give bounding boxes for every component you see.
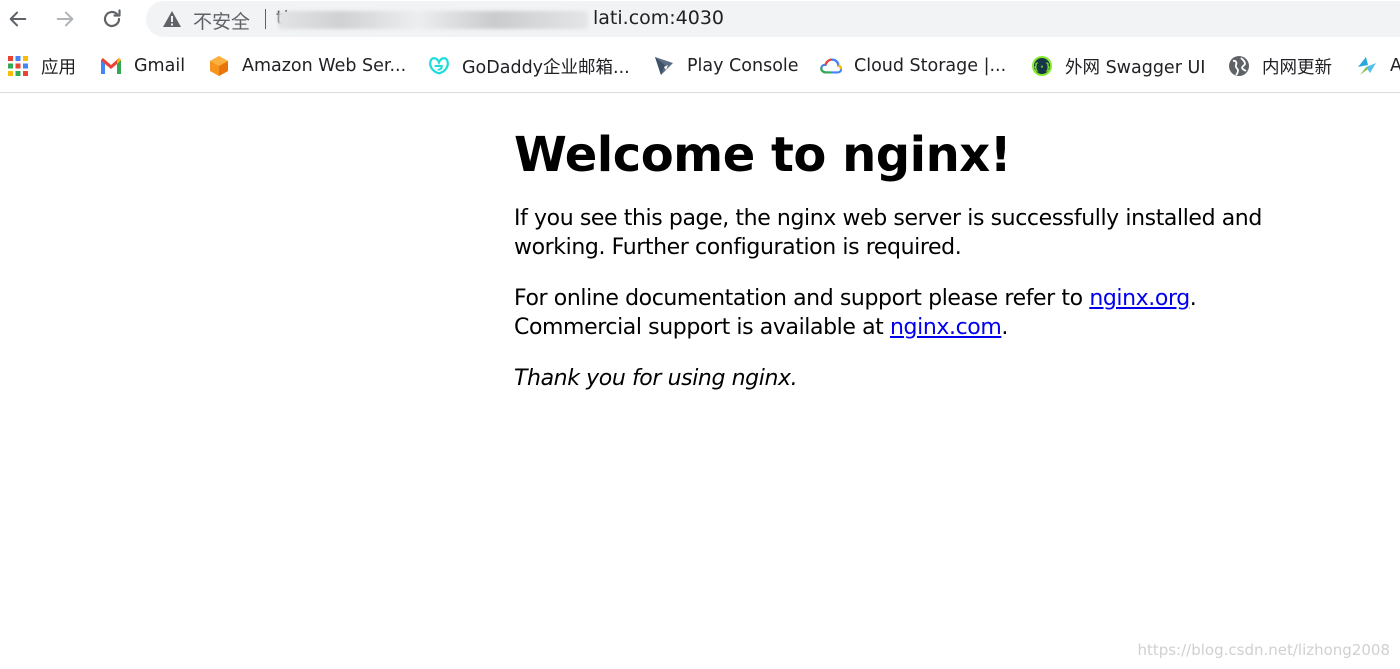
bookmark-swagger[interactable]: {·} 外网 Swagger UI [1031, 54, 1205, 78]
forward-button[interactable] [50, 4, 80, 34]
nginx-com-link[interactable]: nginx.com [890, 315, 1002, 340]
thanks-paragraph: Thank you for using nginx. [514, 366, 798, 391]
address-bar[interactable]: 不安全 ti lati.com:4030 [146, 1, 1400, 37]
play-console-icon [653, 55, 675, 77]
support-text: Commercial support is available at [514, 314, 890, 340]
reload-icon [103, 9, 121, 28]
bookmark-truncated[interactable]: A [1356, 54, 1400, 78]
redacted-url-blur [278, 11, 588, 29]
bookmark-play-console[interactable]: Play Console [653, 54, 799, 78]
feather-icon [1356, 55, 1378, 77]
bookmark-label: 应用 [41, 57, 76, 78]
intro-paragraph: If you see this page, the nginx web serv… [514, 206, 1262, 260]
bookmark-gmail[interactable]: Gmail [100, 54, 185, 78]
godaddy-icon [428, 55, 450, 77]
apps-grid-icon [7, 55, 29, 77]
aws-cube-icon [208, 55, 230, 77]
bookmark-internal-update[interactable]: 内网更新 [1228, 54, 1332, 78]
reload-button[interactable] [97, 4, 127, 34]
browser-toolbar: 不安全 ti lati.com:4030 [0, 0, 1400, 40]
warning-icon[interactable] [162, 10, 182, 28]
bookmark-aws[interactable]: Amazon Web Ser... [208, 54, 406, 78]
docs-period: . [1189, 286, 1197, 311]
nginx-org-link[interactable]: nginx.org [1089, 286, 1190, 311]
bookmarks-bar: 应用 Gmail Amazon Web Ser... GoDaddy企业邮箱..… [0, 40, 1400, 93]
watermark: https://blog.csdn.net/lizhong2008 [1137, 641, 1390, 659]
bookmark-cloud-storage[interactable]: Cloud Storage |... [820, 54, 1006, 78]
bookmark-label: 内网更新 [1262, 57, 1332, 78]
svg-text:{·}: {·} [1033, 62, 1051, 73]
bookmark-label: GoDaddy企业邮箱... [462, 57, 630, 78]
page-content: Welcome to nginx! If you see this page, … [514, 93, 1274, 394]
bookmark-label: Amazon Web Ser... [242, 56, 407, 76]
google-cloud-icon [820, 55, 842, 77]
support-period: . [1001, 314, 1008, 340]
security-label[interactable]: 不安全 [193, 7, 250, 34]
bookmark-godaddy[interactable]: GoDaddy企业邮箱... [428, 54, 630, 78]
arrow-right-icon [56, 11, 74, 27]
docs-paragraph: For online documentation and support ple… [514, 285, 1274, 342]
bookmark-label: Play Console [687, 56, 799, 76]
address-divider [265, 9, 266, 29]
bookmark-apps[interactable]: 应用 [7, 54, 76, 78]
bookmark-label: 外网 Swagger UI [1065, 57, 1206, 78]
swagger-icon: {·} [1031, 55, 1053, 77]
arrow-left-icon [9, 11, 27, 27]
back-button[interactable] [3, 4, 33, 34]
gmail-icon [100, 55, 122, 77]
bookmark-label: Gmail [134, 56, 186, 76]
url-suffix[interactable]: lati.com:4030 [593, 7, 724, 29]
bookmark-label: Cloud Storage |... [854, 56, 1007, 76]
docs-text: For online documentation and support ple… [514, 286, 1090, 311]
bookmark-label: A [1390, 56, 1400, 76]
page-title: Welcome to nginx! [514, 127, 1012, 183]
globe-icon [1228, 55, 1250, 77]
